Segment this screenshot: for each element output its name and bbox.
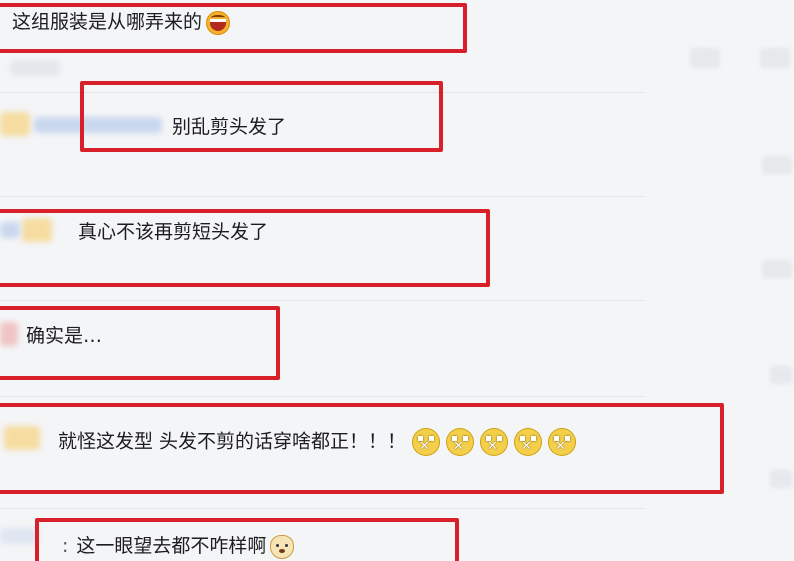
action-bar-blurred (762, 156, 792, 174)
action-bar-blurred (770, 366, 792, 384)
comment-screenshot: 这组服装是从哪弄来的 别乱剪头发了 真心不该再剪短头发了 确实是… 就怪这发型 … (0, 0, 794, 561)
highlight-box (0, 3, 467, 53)
action-bar-blurred (762, 260, 792, 278)
highlight-box (0, 306, 280, 380)
username-blurred[interactable] (0, 528, 40, 544)
divider (0, 396, 645, 397)
divider (0, 196, 645, 197)
avatar[interactable] (0, 112, 30, 136)
action-bar-blurred (770, 470, 792, 488)
highlight-box (35, 518, 459, 561)
highlight-box (0, 209, 490, 287)
action-bar-blurred (690, 48, 720, 68)
highlight-box (80, 81, 443, 152)
divider (0, 508, 645, 509)
divider (0, 300, 645, 301)
highlight-box (0, 403, 724, 494)
action-bar-blurred (760, 48, 790, 68)
username-blurred[interactable] (10, 60, 60, 76)
